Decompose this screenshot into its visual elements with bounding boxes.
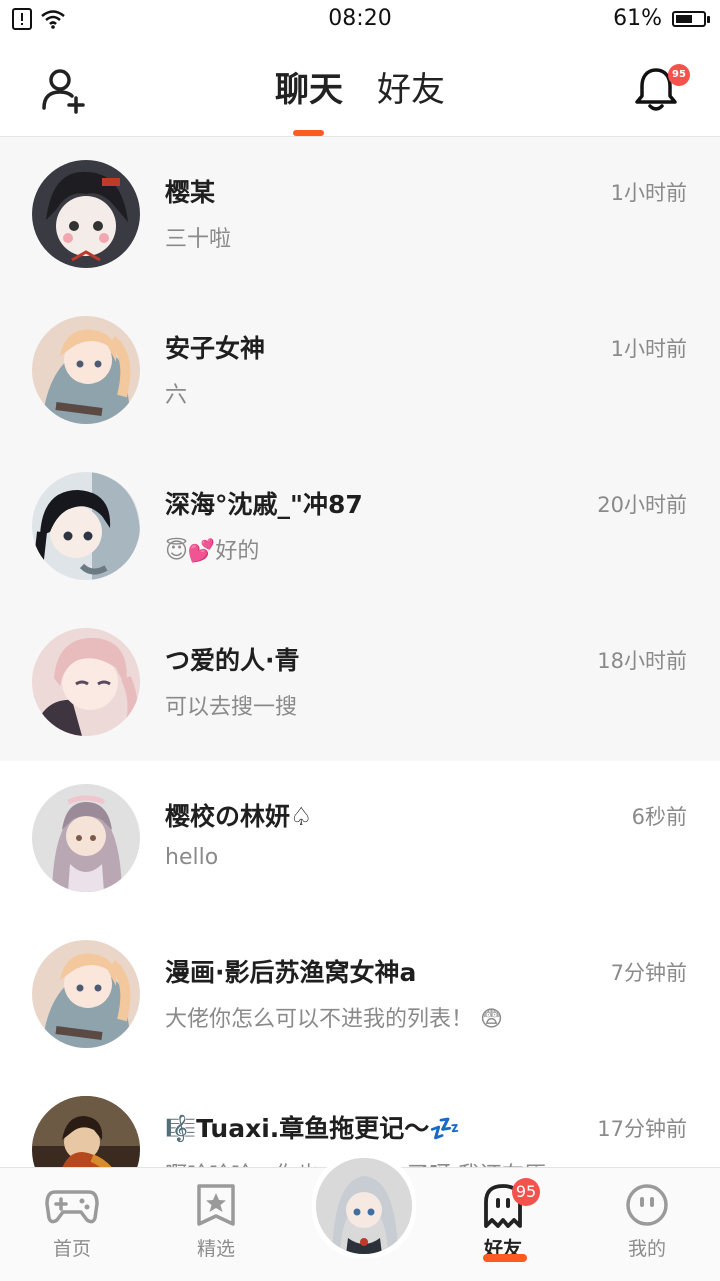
chat-row[interactable]: 安子女神 六 1小时前 <box>0 293 720 449</box>
chat-time: 1小时前 <box>610 337 687 361</box>
active-nav-indicator <box>483 1254 527 1262</box>
chat-preview: hello <box>165 845 219 870</box>
tab-chat[interactable]: 聊天 <box>275 62 343 111</box>
chat-name: 安子女神 <box>165 334 266 363</box>
avatar <box>32 472 140 580</box>
clock: 08:20 <box>328 6 392 31</box>
chat-name: 樱校の林妍♤ <box>165 802 313 831</box>
chat-preview: 大佬你怎么可以不进我的列表！ 😨 <box>165 1007 503 1032</box>
chat-preview: 三十啦 <box>165 227 232 252</box>
chat-row[interactable]: 漫画·影后苏渔窝女神a 大佬你怎么可以不进我的列表！ 😨 7分钟前 <box>0 917 720 1073</box>
chat-name: 🎼Tuaxi.章鱼拖更记～💤 <box>165 1114 461 1143</box>
notification-badge: 95 <box>668 64 690 86</box>
chat-preview: 六 <box>165 383 188 408</box>
chat-friend-tabs: 聊天 好友 <box>0 62 720 111</box>
nav-featured[interactable]: 精选 <box>166 1182 266 1261</box>
top-header: 聊天 好友 <box>0 40 720 137</box>
nav-me[interactable]: 我的 <box>597 1182 697 1261</box>
chat-row[interactable]: 樱校の林妍♤ hello 6秒前 <box>0 761 720 917</box>
battery-percent: 61% <box>613 6 662 31</box>
avatar <box>32 316 140 424</box>
nav-home[interactable]: 首页 <box>22 1182 122 1261</box>
status-bar: 08:20 61% <box>0 0 720 40</box>
chat-preview: 😇💕好的 <box>165 539 260 564</box>
avatar <box>32 940 140 1048</box>
gamepad-icon <box>45 1190 99 1224</box>
nav-label: 精选 <box>196 1238 235 1260</box>
chat-time: 18小时前 <box>597 649 687 673</box>
center-avatar-button[interactable] <box>312 1154 416 1258</box>
chat-list: 樱某 三十啦 1小时前 安子女神 六 1小时前 深海°沈戚_"冲87 😇💕好的 … <box>0 137 720 1167</box>
chat-preview: 可以去搜一搜 <box>165 695 298 720</box>
avatar <box>32 1096 140 1167</box>
smiley-icon <box>626 1184 668 1226</box>
nav-label: 我的 <box>627 1238 666 1260</box>
chat-row[interactable]: 深海°沈戚_"冲87 😇💕好的 20小时前 <box>0 449 720 605</box>
chat-time: 7分钟前 <box>610 961 687 985</box>
chat-name: 深海°沈戚_"冲87 <box>165 490 363 519</box>
chat-name: 漫画·影后苏渔窝女神a <box>165 958 417 987</box>
nav-label: 首页 <box>52 1238 91 1260</box>
chat-name: つ爱的人·青 <box>165 646 300 675</box>
friends-badge: 95 <box>512 1178 540 1206</box>
profile-avatar <box>316 1158 412 1254</box>
avatar <box>32 160 140 268</box>
active-tab-indicator <box>293 130 324 136</box>
chat-row[interactable]: 樱某 三十啦 1小时前 <box>0 137 720 293</box>
chat-time: 20小时前 <box>597 493 687 517</box>
avatar <box>32 628 140 736</box>
chat-row[interactable]: 🎼Tuaxi.章鱼拖更记～💤 啊哈哈哈，你也…………了呀 我还在原 17分钟前 <box>0 1073 720 1167</box>
chat-row[interactable]: つ爱的人·青 可以去搜一搜 18小时前 <box>0 605 720 761</box>
status-icons-right: 61% <box>613 6 710 31</box>
bottom-nav: 首页 精选 好友 95 我的 <box>0 1154 720 1281</box>
pinned-chats: 樱某 三十啦 1小时前 安子女神 六 1小时前 深海°沈戚_"冲87 😇💕好的 … <box>0 137 720 761</box>
chat-time: 17分钟前 <box>597 1117 687 1141</box>
tab-friends[interactable]: 好友 <box>377 62 445 111</box>
battery-icon <box>672 10 710 27</box>
chat-time: 1小时前 <box>610 181 687 205</box>
star-badge-icon <box>197 1184 235 1226</box>
chat-name: 樱某 <box>165 178 216 207</box>
avatar <box>32 784 140 892</box>
chat-time: 6秒前 <box>631 805 687 829</box>
